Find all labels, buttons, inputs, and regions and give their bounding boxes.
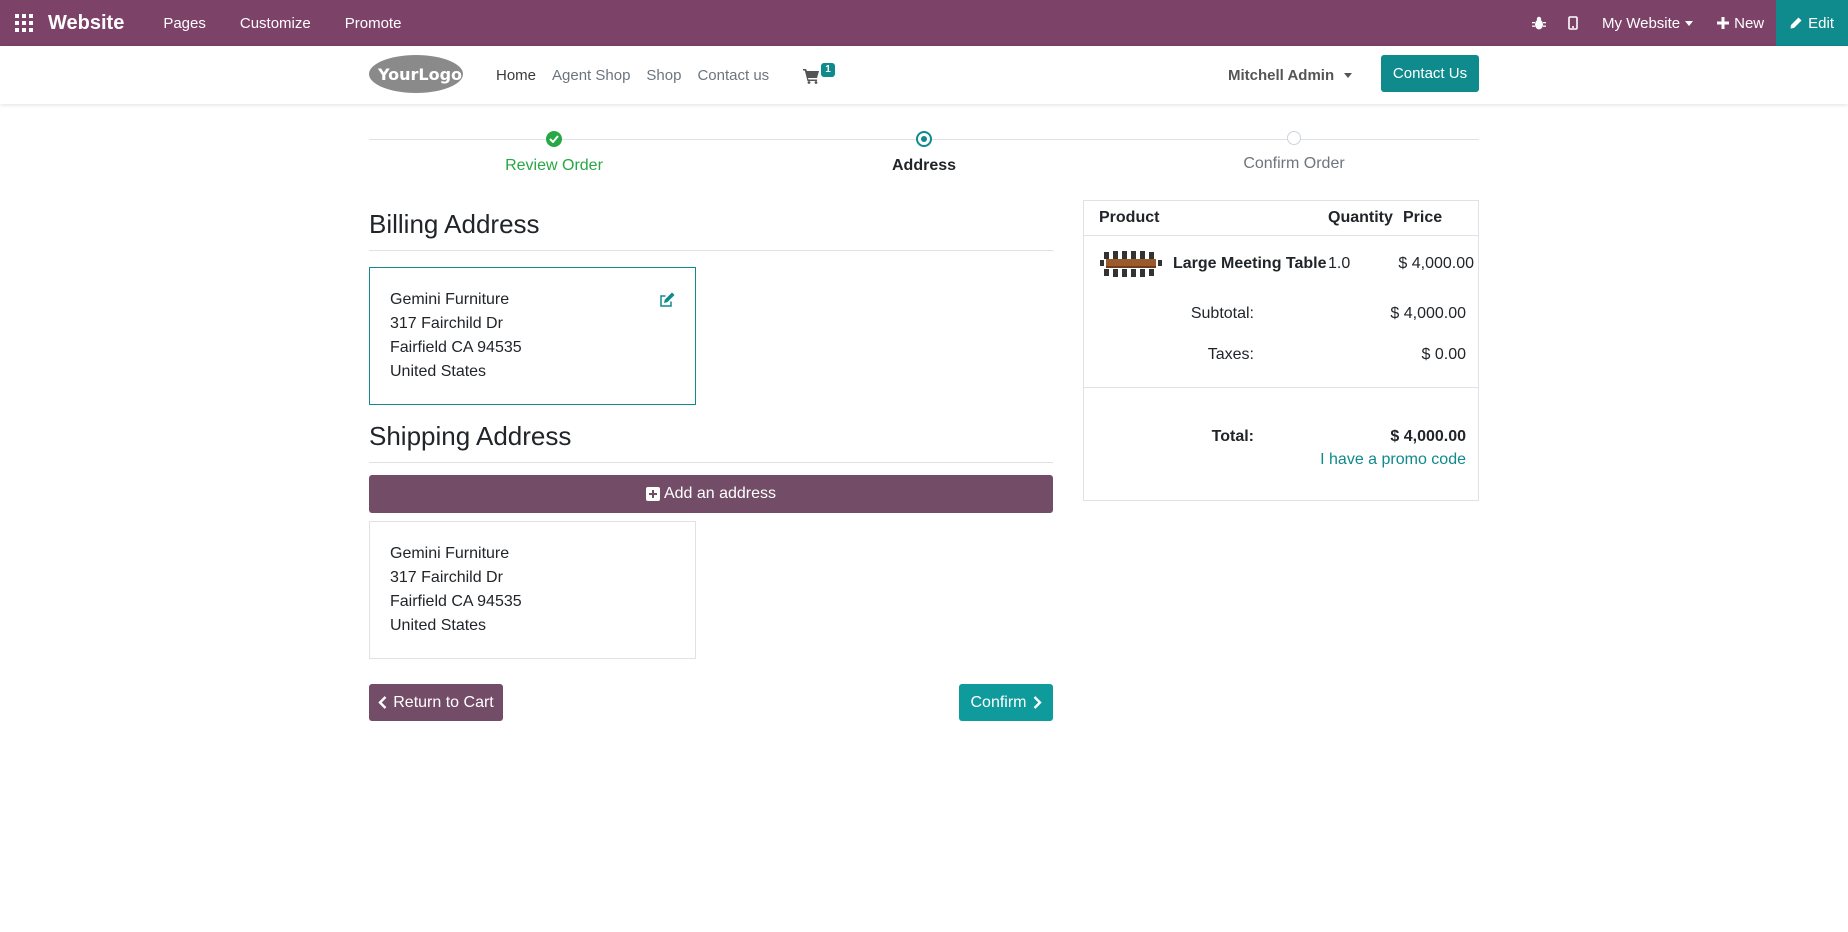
col-quantity: Quantity xyxy=(1328,209,1393,226)
admin-menu-promote[interactable]: Promote xyxy=(345,15,402,32)
divider xyxy=(369,462,1053,463)
subtotal-value: $ 4,000.00 xyxy=(1390,305,1466,322)
nav-contact-us[interactable]: Contact us xyxy=(697,67,769,84)
step-confirm-order: Confirm Order xyxy=(1194,128,1394,173)
shopping-cart-icon xyxy=(803,69,820,84)
step-label: Address xyxy=(891,157,957,174)
add-address-button[interactable]: Add an address xyxy=(369,475,1053,513)
caret-down-icon xyxy=(1685,20,1694,26)
pencil-icon xyxy=(1790,17,1802,29)
address-line: 317 Fairchild Dr xyxy=(390,315,503,332)
address-line: United States xyxy=(390,617,487,634)
edit-button-label: Edit xyxy=(1808,14,1834,32)
return-to-cart-button[interactable]: Return to Cart xyxy=(369,684,503,721)
add-address-label: Add an address xyxy=(663,485,777,502)
shipping-address-card[interactable]: Gemini Furniture 317 Fairchild Dr Fairfi… xyxy=(369,521,696,659)
address-line: Fairfield CA 94535 xyxy=(390,339,522,356)
address-line: Gemini Furniture xyxy=(390,545,510,562)
product-name[interactable]: Large Meeting Table xyxy=(1173,255,1327,273)
website-selector-label: My Website xyxy=(1602,14,1681,32)
site-header: YourLogo Home Agent Shop Shop Contact us… xyxy=(0,46,1848,104)
promo-code-link[interactable]: I have a promo code xyxy=(1320,451,1466,469)
total-label: Total: xyxy=(1211,428,1254,445)
step-label: Confirm Order xyxy=(1243,155,1345,172)
summary-header: Product Quantity Price xyxy=(1084,201,1478,236)
bug-icon[interactable] xyxy=(1522,0,1556,46)
divider xyxy=(1084,387,1478,388)
chevron-right-icon xyxy=(1033,696,1042,709)
edit-button[interactable]: Edit xyxy=(1776,0,1848,46)
step-review-order[interactable]: Review Order xyxy=(454,128,654,175)
new-button-label: New xyxy=(1734,14,1765,32)
plus-icon xyxy=(1717,17,1730,29)
main-nav: Home Agent Shop Shop Contact us 1 xyxy=(496,46,835,104)
product-quantity: 1.0 xyxy=(1328,255,1351,272)
plus-square-icon xyxy=(645,487,660,501)
admin-menu-pages[interactable]: Pages xyxy=(163,15,206,32)
address-line: 317 Fairchild Dr xyxy=(390,569,503,586)
nav-agent-shop[interactable]: Agent Shop xyxy=(552,67,630,84)
divider xyxy=(369,250,1053,251)
product-price: $ 4,000.00 xyxy=(1398,255,1474,272)
shipping-address-title: Shipping Address xyxy=(369,421,572,451)
user-name: Mitchell Admin xyxy=(1228,66,1335,84)
nav-shop[interactable]: Shop xyxy=(646,67,681,84)
current-step-icon xyxy=(916,131,932,147)
check-circle-icon xyxy=(546,131,562,147)
admin-bar: Website Pages Customize Promote My Websi… xyxy=(0,0,1848,46)
admin-menu-customize[interactable]: Customize xyxy=(240,15,311,32)
order-summary: Product Quantity Price Large Meeting Tab… xyxy=(1083,200,1479,501)
website-selector[interactable]: My Website xyxy=(1602,14,1694,32)
address-line: Gemini Furniture xyxy=(390,291,510,308)
return-to-cart-label: Return to Cart xyxy=(393,693,494,711)
table-row: Large Meeting Table 1.0 $ 4,000.00 xyxy=(1084,237,1478,293)
product-image[interactable] xyxy=(1100,249,1162,279)
empty-step-icon xyxy=(1287,131,1301,145)
logo-text: YourLogo xyxy=(377,65,462,84)
taxes-label: Taxes: xyxy=(1207,346,1254,363)
edit-address-icon[interactable] xyxy=(659,292,675,308)
confirm-label: Confirm xyxy=(970,693,1027,711)
chevron-left-icon xyxy=(378,696,387,709)
step-label: Review Order xyxy=(505,157,603,174)
confirm-button[interactable]: Confirm xyxy=(959,684,1053,721)
caret-down-icon xyxy=(1344,72,1353,78)
checkout-progress: Review Order Address Confirm Order xyxy=(369,128,1479,178)
taxes-value: $ 0.00 xyxy=(1421,346,1466,363)
site-logo[interactable]: YourLogo xyxy=(368,54,464,94)
col-product: Product xyxy=(1099,209,1160,226)
contact-us-button[interactable]: Contact Us xyxy=(1381,55,1479,92)
admin-brand[interactable]: Website xyxy=(48,12,124,35)
nav-home[interactable]: Home xyxy=(496,67,536,84)
apps-grid-icon[interactable] xyxy=(0,0,48,46)
user-menu[interactable]: Mitchell Admin xyxy=(1228,46,1353,104)
cart-count-badge: 1 xyxy=(821,63,835,77)
cart-link[interactable]: 1 xyxy=(803,63,835,87)
billing-address-card[interactable]: Gemini Furniture 317 Fairchild Dr Fairfi… xyxy=(369,267,696,405)
address-line: United States xyxy=(390,363,487,380)
address-line: Fairfield CA 94535 xyxy=(390,593,522,610)
step-address: Address xyxy=(824,128,1024,175)
col-price: Price xyxy=(1403,209,1443,226)
billing-address-title: Billing Address xyxy=(369,209,540,239)
mobile-preview-icon[interactable] xyxy=(1556,0,1590,46)
subtotal-label: Subtotal: xyxy=(1190,305,1254,322)
total-value: $ 4,000.00 xyxy=(1390,428,1466,445)
new-button[interactable]: New xyxy=(1717,15,1764,32)
